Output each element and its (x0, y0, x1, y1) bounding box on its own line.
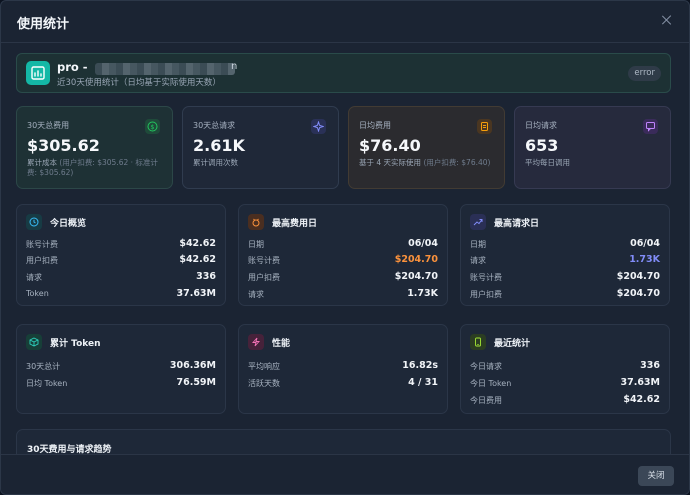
close-icon[interactable] (661, 14, 673, 26)
stat-row: 请求 336 (26, 271, 216, 282)
stat-subtext: 基于 4 天实际使用 (用户扣费: $76.40) (359, 158, 491, 167)
bag-icon (248, 214, 264, 230)
modal-footer: 关闭 (1, 454, 689, 494)
phone-icon (470, 334, 486, 350)
stat-row: 账号计费 $204.70 (470, 271, 660, 282)
close-button[interactable]: 关闭 (638, 466, 674, 486)
modal-header: 使用统计 (1, 1, 689, 43)
stat-row: 日期 06/04 (248, 238, 438, 249)
modal-title: 使用统计 (17, 17, 70, 32)
account-name: pro - (57, 60, 88, 74)
stat-row: 今日费用 $42.62 (470, 394, 660, 405)
stat-total-cost: 30天总费用 $ $305.62 累计成本 (用户扣费: $305.62 · 标… (16, 106, 173, 189)
stat-subtext: 平均每日调用 (525, 158, 570, 167)
chart-icon (26, 61, 50, 85)
stat-label: 30天总请求 (193, 121, 236, 130)
top-request-day-card: 最高请求日 日期 06/04 请求 1.73K 账号计费 $204.70 用户扣费 $2… (460, 204, 670, 306)
stat-value: $76.40 (359, 136, 421, 155)
sparkle-icon (311, 119, 326, 134)
stat-row: 用户扣费 $204.70 (248, 271, 438, 282)
stat-value: $305.62 (27, 136, 100, 155)
card-title: 性能 (272, 339, 291, 349)
section-title: 30天费用与请求趋势 (27, 445, 112, 454)
stat-label: 日均请求 (525, 121, 557, 130)
account-subtitle: 近30天使用统计（日均基于实际使用天数） (57, 78, 221, 88)
stat-row: 日均 Token 76.59M (26, 377, 216, 388)
stat-value: 653 (525, 136, 559, 155)
stat-row: 请求 1.73K (248, 288, 438, 299)
status-badge: error (628, 66, 661, 81)
card-title: 今日概览 (50, 219, 87, 229)
stat-label: 日均费用 (359, 121, 391, 130)
stat-row: 账号计费 $42.62 (26, 238, 216, 249)
stat-row: 日期 06/04 (470, 238, 660, 249)
stat-row: 今日请求 336 (470, 360, 660, 371)
stat-daily-cost: 日均费用 $76.40 基于 4 天实际使用 (用户扣费: $76.40) (348, 106, 505, 189)
stat-row: 账号计费 $204.70 (248, 254, 438, 265)
today-overview-card: 今日概览 账号计费 $42.62 用户扣费 $42.62 请求 336 Token 37… (16, 204, 226, 306)
clock-icon (26, 214, 42, 230)
stat-row: 平均响应 16.82s (248, 360, 438, 371)
cube-icon (26, 334, 42, 350)
stat-value: 2.61K (193, 136, 245, 155)
recent-stats-card: 最近统计 今日请求 336 今日 Token 37.63M 今日费用 $42.62 (460, 324, 670, 414)
stat-row: 30天总计 306.36M (26, 360, 216, 371)
trend-chart-section: 30天费用与请求趋势 (16, 429, 671, 454)
account-name-tail: n (231, 61, 238, 72)
bolt-icon (248, 334, 264, 350)
stat-total-requests: 30天总请求 2.61K 累计调用次数 (182, 106, 339, 189)
card-title: 最高请求日 (494, 219, 540, 229)
stat-label: 30天总费用 (27, 121, 70, 130)
usage-stats-modal: 使用统计 pro - n 近30天使用统计（日均基于实际使用天数） error … (0, 0, 690, 495)
performance-card: 性能 平均响应 16.82s 活跃天数 4 / 31 (238, 324, 448, 414)
redacted-account-id (95, 63, 235, 75)
stat-row: 用户扣费 $204.70 (470, 288, 660, 299)
dollar-icon: $ (145, 119, 160, 134)
stat-subtext: 累计成本 (用户扣费: $305.62 · 标准计费: $305.62) (27, 158, 158, 177)
top-cost-day-card: 最高费用日 日期 06/04 账号计费 $204.70 用户扣费 $204.70 请求… (238, 204, 448, 306)
stat-row: 请求 1.73K (470, 254, 660, 265)
stat-subtext: 累计调用次数 (193, 158, 238, 167)
card-title: 最高费用日 (272, 219, 318, 229)
svg-text:$: $ (150, 123, 154, 131)
modal-body: pro - n 近30天使用统计（日均基于实际使用天数） error 30天总费… (1, 44, 689, 454)
clipboard-icon (477, 119, 492, 134)
card-title: 累计 Token (50, 339, 101, 349)
card-title: 最近统计 (494, 339, 531, 349)
chat-icon (643, 119, 658, 134)
stat-daily-requests: 日均请求 653 平均每日调用 (514, 106, 671, 189)
stat-row: 今日 Token 37.63M (470, 377, 660, 388)
stat-row: 用户扣费 $42.62 (26, 254, 216, 265)
cumulative-token-card: 累计 Token 30天总计 306.36M 日均 Token 76.59M (16, 324, 226, 414)
account-banner: pro - n 近30天使用统计（日均基于实际使用天数） error (16, 53, 671, 93)
stat-row: 活跃天数 4 / 31 (248, 377, 438, 388)
stat-row: Token 37.63M (26, 288, 216, 299)
trending-up-icon (470, 214, 486, 230)
